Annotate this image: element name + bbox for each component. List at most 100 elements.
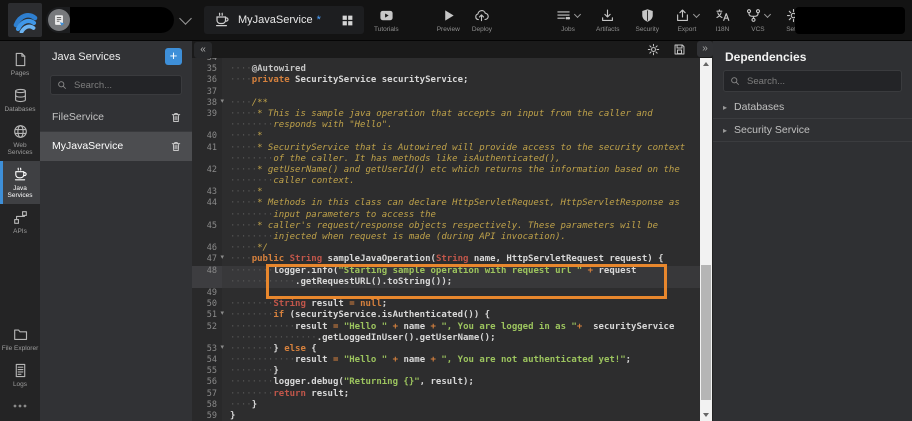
code-row[interactable]: 36····private SecurityService securitySe…	[192, 75, 700, 86]
code-row[interactable]: 41·····* SecurityService that is Autowir…	[192, 143, 700, 154]
editor-settings-gear-icon[interactable]	[647, 43, 660, 56]
service-list-item-MyJavaService[interactable]: MyJavaService	[40, 132, 192, 161]
code-row[interactable]: 39·····* This is sample java operation t…	[192, 109, 700, 120]
sidebar-item-more[interactable]	[0, 393, 40, 421]
code-row[interactable]: ············.getRequestURL().toString())…	[192, 277, 700, 288]
line-number: 51▾	[192, 310, 222, 321]
line-number: 45	[192, 221, 222, 232]
dependencies-search[interactable]	[723, 70, 902, 92]
scrollbar-thumb[interactable]	[701, 265, 711, 400]
topbar-button-security[interactable]: Security	[629, 5, 664, 35]
sidebar-item-databases[interactable]: Databases	[0, 82, 40, 118]
code-row[interactable]: 54············result = "Hello " + name +…	[192, 355, 700, 366]
topbar-button-i18n[interactable]: I18N	[709, 5, 736, 35]
scroll-up-button[interactable]	[700, 58, 712, 70]
project-switcher[interactable]	[46, 7, 174, 33]
dependency-group-databases[interactable]: ▸Databases	[713, 96, 912, 119]
save-icon[interactable]	[673, 43, 686, 56]
code-row[interactable]: 46·····*/	[192, 243, 700, 254]
sidebar-item-logs[interactable]: Logs	[0, 357, 40, 393]
dependencies-search-input[interactable]	[745, 75, 895, 88]
code-editor[interactable]: 3435····@Autowired36····private Security…	[192, 53, 700, 421]
code-line-content: ········if (securityService.isAuthentica…	[222, 310, 700, 321]
code-line-content: ····}	[222, 400, 700, 411]
sidebar-item-web-services[interactable]: Web Services	[0, 118, 40, 161]
line-number: 59	[192, 411, 222, 421]
services-panel-header: Java Services +	[40, 40, 192, 71]
redacted-user-area	[795, 7, 905, 34]
code-row[interactable]: ········of the caller. It has methods li…	[192, 154, 700, 165]
fold-toggle-icon[interactable]: ▾	[220, 97, 224, 105]
sidebar-item-label: Databases	[1, 106, 39, 113]
sidebar-item-apis[interactable]: APIs	[0, 204, 40, 240]
code-row[interactable]: 51▾········if (securityService.isAuthent…	[192, 310, 700, 321]
services-search[interactable]	[50, 75, 182, 95]
open-service-tab[interactable]: MyJavaService *	[204, 6, 364, 34]
expand-dependencies-panel-button[interactable]: »	[697, 41, 713, 57]
code-line-content: ········input parameters to access the	[222, 210, 700, 221]
collapse-services-panel-button[interactable]: «	[194, 42, 212, 58]
code-row[interactable]: 38▾····/**	[192, 98, 700, 109]
line-number: 56	[192, 377, 222, 388]
code-row[interactable]: 35····@Autowired	[192, 64, 700, 75]
code-row[interactable]: 47▾····public String sampleJavaOperation…	[192, 254, 700, 265]
code-row[interactable]: ················.getLoggedInUser().getUs…	[192, 333, 700, 344]
download-icon	[600, 8, 615, 23]
code-row[interactable]: 55········}	[192, 366, 700, 377]
code-row[interactable]: 42·····* getUserName() and getUserId() e…	[192, 165, 700, 176]
dependencies-panel: Dependencies ▸Databases▸Security Service	[712, 40, 912, 421]
code-row[interactable]: 59}	[192, 411, 700, 421]
app-logo[interactable]	[8, 3, 42, 37]
sidebar-item-pages[interactable]: Pages	[0, 46, 40, 82]
topbar-button-artifacts[interactable]: Artifacts	[590, 5, 625, 35]
code-row[interactable]: 57········return result;	[192, 389, 700, 400]
code-line-content: ············result = "Hello " + name + "…	[222, 355, 700, 366]
code-row[interactable]: 45·····* caller's request/response objec…	[192, 221, 700, 232]
topbar-button-preview[interactable]: Preview	[431, 5, 466, 35]
code-line-content: ····@Autowired	[222, 64, 700, 75]
code-row[interactable]: 50········String result = null;	[192, 299, 700, 310]
fold-toggle-icon[interactable]: ▾	[220, 309, 224, 317]
fold-toggle-icon[interactable]: ▾	[220, 343, 224, 351]
code-row[interactable]: 44·····* Methods in this class can decla…	[192, 198, 700, 209]
code-row[interactable]: 48········logger.info("Starting sample o…	[192, 266, 700, 277]
services-search-input[interactable]	[72, 79, 175, 92]
code-row[interactable]: ········input parameters to access the	[192, 210, 700, 221]
topbar-button-export[interactable]: Export	[669, 5, 705, 35]
code-row[interactable]: 37	[192, 87, 700, 98]
project-badge	[48, 9, 70, 31]
code-row[interactable]: 56········logger.debug("Returning {}", r…	[192, 377, 700, 388]
code-row[interactable]: ········injected when request is made (d…	[192, 232, 700, 243]
topbar-button-jobs[interactable]: Jobs	[550, 5, 586, 35]
grid-view-icon[interactable]	[341, 14, 354, 27]
code-row[interactable]: 52············result = "Hello " + name +…	[192, 322, 700, 333]
trash-icon[interactable]	[170, 140, 182, 153]
sidebar-item-java-services[interactable]: Java Services	[0, 161, 40, 204]
sidebar-item-file-explorer[interactable]: File Explorer	[0, 321, 40, 357]
add-service-button[interactable]: +	[165, 48, 182, 65]
sidebar-item-label: Java Services	[1, 185, 39, 199]
dependency-group-security-service[interactable]: ▸Security Service	[713, 119, 912, 142]
code-row[interactable]: 49	[192, 288, 700, 299]
nodes-icon	[13, 210, 28, 225]
code-line-content: ·····*	[222, 131, 700, 142]
topbar-button-deploy[interactable]: Deploy	[466, 5, 498, 35]
trash-icon[interactable]	[170, 111, 182, 124]
code-row[interactable]: ········caller context.	[192, 176, 700, 187]
service-name: FileService	[52, 111, 104, 123]
unsaved-changes-marker: *	[317, 14, 321, 26]
service-list-item-FileService[interactable]: FileService	[40, 103, 192, 132]
editor-scrollbar[interactable]	[700, 58, 712, 421]
line-number: 48	[192, 266, 222, 277]
topbar-button-tutorials[interactable]: Tutorials	[368, 5, 405, 35]
scroll-down-button[interactable]	[700, 409, 712, 421]
code-row[interactable]: 58····}	[192, 400, 700, 411]
code-row[interactable]: 53▾········} else {	[192, 344, 700, 355]
code-row[interactable]: 43·····*	[192, 187, 700, 198]
code-row[interactable]: 40·····*	[192, 131, 700, 142]
code-row[interactable]: ········responds with "Hello".	[192, 120, 700, 131]
fold-toggle-icon[interactable]: ▾	[220, 253, 224, 261]
chevron-down-icon[interactable]	[179, 12, 192, 25]
topbar-button-vcs[interactable]: VCS	[740, 5, 776, 35]
i18n-icon-row	[715, 7, 730, 23]
